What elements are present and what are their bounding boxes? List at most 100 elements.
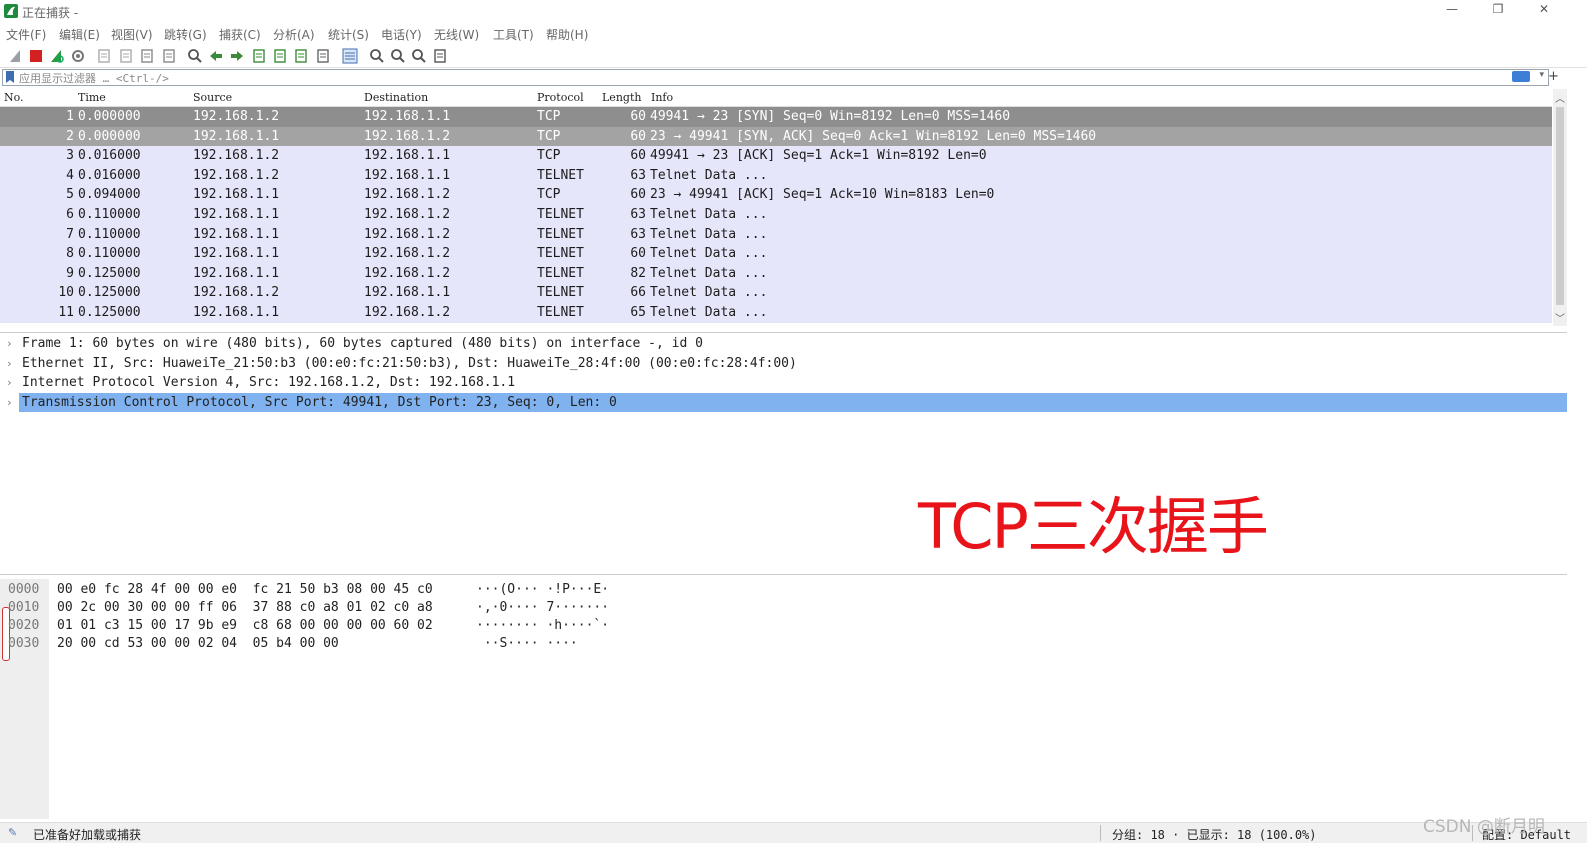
packet-no: 11 [58, 305, 74, 320]
column-header-1[interactable]: Time [78, 91, 106, 104]
zoom-in-icon[interactable] [369, 48, 385, 64]
filter-placeholder[interactable]: 应用显示过滤器 … <Ctrl-/> [19, 70, 169, 86]
packet-info: Telnet Data ... [650, 265, 768, 281]
menu-item-7[interactable]: 电话(Y) [381, 26, 422, 43]
forward-arrow-icon[interactable] [229, 48, 245, 64]
minimize-button[interactable]: — [1442, 2, 1462, 16]
display-filter-bar[interactable]: 应用显示过滤器 … <Ctrl-/> ▾ [2, 69, 1549, 86]
back-arrow-icon[interactable] [208, 48, 224, 64]
packet-no: 7 [66, 226, 74, 242]
scrollbar-thumb[interactable] [1556, 107, 1564, 305]
menu-item-1[interactable]: 编辑(E) [59, 26, 100, 43]
save-icon[interactable] [118, 48, 134, 64]
menu-item-6[interactable]: 统计(S) [328, 26, 369, 43]
goto-packet-icon[interactable] [251, 48, 267, 64]
menu-item-5[interactable]: 分析(A) [273, 26, 315, 43]
packet-protocol: TELNET [537, 207, 584, 222]
packet-list-scrollbar[interactable]: ︿ ﹀ [1553, 89, 1567, 326]
packet-destination: 192.168.1.1 [364, 109, 451, 124]
scroll-up-icon[interactable]: ︿ [1555, 90, 1565, 105]
packet-details-pane[interactable]: › Frame 1: 60 bytes on wire (480 bits), 6… [0, 332, 1567, 575]
packet-length: 63 [630, 207, 646, 222]
menu-item-4[interactable]: 捕获(C) [219, 26, 261, 43]
packet-destination: 192.168.1.2 [364, 207, 451, 222]
restore-button[interactable]: ❐ [1488, 2, 1508, 16]
packet-length: 65 [630, 305, 646, 320]
packet-row[interactable]: 11 0.125000 192.168.1.1 192.168.1.2 TELNET 65… [0, 303, 1552, 323]
column-header-0[interactable]: No. [4, 91, 24, 104]
wireshark-logo-icon [4, 4, 18, 18]
status-ready-text: 已准备好加载或捕获 [33, 828, 142, 842]
detail-tree-row[interactable]: › Frame 1: 60 bytes on wire (480 bits), 6… [0, 334, 1567, 354]
packet-no: 9 [66, 265, 74, 281]
autoscroll-icon[interactable] [315, 48, 331, 64]
packet-list[interactable]: No. Time Source Destination Protocol Length In… [0, 89, 1552, 326]
options-gear-icon[interactable] [70, 48, 86, 64]
menu-item-3[interactable]: 跳转(G) [164, 26, 207, 43]
menu-bar: 文件(F) 编辑(E) 视图(V) 跳转(G) 捕获(C) 分析(A) 统计(S) 电话(Y)… [0, 24, 1587, 44]
first-packet-icon[interactable] [272, 48, 288, 64]
packet-row[interactable]: 3 0.016000 192.168.1.2 192.168.1.1 TCP 60 4994… [0, 146, 1552, 166]
zoom-out-icon[interactable] [390, 48, 406, 64]
scroll-down-icon[interactable]: ﹀ [1555, 310, 1565, 325]
open-file-icon[interactable] [96, 48, 112, 64]
shark-fin-start-icon[interactable] [8, 48, 24, 64]
column-header-2[interactable]: Source [193, 91, 232, 104]
packet-time: 0.110000 [78, 207, 141, 222]
column-header-5[interactable]: Length [602, 91, 641, 104]
packet-bytes-pane[interactable]: 0000 00 e0 fc 28 4f 00 00 e0 fc 21 50 b3 … [0, 579, 1567, 819]
menu-item-2[interactable]: 视图(V) [111, 26, 153, 43]
packet-protocol: TCP [537, 128, 561, 144]
packet-row[interactable]: 8 0.110000 192.168.1.1 192.168.1.2 TELNET 60 T… [0, 244, 1552, 264]
byte-offset: 0000 [8, 582, 40, 597]
menu-item-0[interactable]: 文件(F) [6, 26, 46, 43]
expand-chevron-icon[interactable]: › [6, 354, 13, 374]
last-packet-icon[interactable] [293, 48, 309, 64]
byte-ascii: ··S···· ···· [476, 636, 578, 651]
resize-columns-icon[interactable] [432, 48, 448, 64]
byte-hex: 20 00 cd 53 00 00 02 04 05 b4 00 00 [57, 636, 339, 651]
bookmark-icon[interactable] [5, 71, 15, 83]
packet-row[interactable]: 9 0.125000 192.168.1.1 192.168.1.2 TELNET 82 T… [0, 263, 1552, 284]
packet-time: 0.125000 [78, 265, 141, 281]
close-button[interactable]: ✕ [1534, 2, 1554, 16]
expand-chevron-icon[interactable]: › [6, 393, 13, 413]
packet-length: 66 [630, 285, 646, 301]
add-filter-button[interactable]: + [1548, 69, 1559, 84]
menu-item-8[interactable]: 无线(W) [434, 26, 479, 43]
packet-row[interactable]: 2 0.000000 192.168.1.1 192.168.1.2 TCP 60 23 →… [0, 126, 1552, 147]
chevron-down-icon[interactable]: ▾ [1539, 70, 1544, 80]
packet-row[interactable]: 5 0.094000 192.168.1.1 192.168.1.2 TCP 60 23 →… [0, 185, 1552, 205]
packet-length: 60 [630, 148, 646, 164]
detail-tree-row[interactable]: › Ethernet II, Src: HuaweiTe_21:50:b3 (00… [0, 354, 1567, 374]
packet-no: 6 [66, 207, 74, 222]
menu-item-10[interactable]: 帮助(H) [546, 26, 588, 43]
packet-row[interactable]: 7 0.110000 192.168.1.1 192.168.1.2 TELNET 63 T… [0, 224, 1552, 245]
detail-tree-row[interactable]: › Transmission Control Protocol, Src Port… [0, 392, 1567, 413]
detail-text: Internet Protocol Version 4, Src: 192.16… [22, 375, 516, 391]
packet-length: 82 [630, 265, 646, 281]
expand-chevron-icon[interactable]: › [6, 373, 13, 393]
close-file-icon[interactable] [139, 48, 155, 64]
expand-chevron-icon[interactable]: › [6, 334, 13, 354]
packet-info: 49941 → 23 [SYN] Seq=0 Win=8192 Len=0 MS… [650, 109, 1011, 124]
packet-row[interactable]: 1 0.000000 192.168.1.2 192.168.1.1 TCP 60 4994… [0, 107, 1552, 127]
packet-length: 60 [630, 246, 646, 262]
detail-tree-row[interactable]: › Internet Protocol Version 4, Src: 192.1… [0, 373, 1567, 393]
stop-icon[interactable] [28, 48, 44, 64]
menu-item-9[interactable]: 工具(T) [493, 26, 534, 43]
zoom-normal-icon[interactable] [411, 48, 427, 64]
column-header-4[interactable]: Protocol [537, 91, 584, 104]
colorize-icon[interactable] [342, 48, 358, 64]
find-icon[interactable] [187, 48, 203, 64]
packet-row[interactable]: 10 0.125000 192.168.1.2 192.168.1.1 TELNET 66… [0, 283, 1552, 303]
apply-filter-arrow-icon[interactable] [1512, 71, 1530, 82]
restart-icon[interactable] [49, 48, 65, 64]
packet-row[interactable]: 4 0.016000 192.168.1.2 192.168.1.1 TELNET 63 T… [0, 165, 1552, 186]
expert-info-icon[interactable]: ✎ [8, 826, 17, 839]
annotation-overlay-text: TCP三次握手 [918, 490, 1269, 563]
column-header-6[interactable]: Info [651, 91, 673, 104]
reload-icon[interactable] [161, 48, 177, 64]
packet-row[interactable]: 6 0.110000 192.168.1.1 192.168.1.2 TELNET 63 T… [0, 205, 1552, 225]
column-header-3[interactable]: Destination [364, 91, 428, 104]
